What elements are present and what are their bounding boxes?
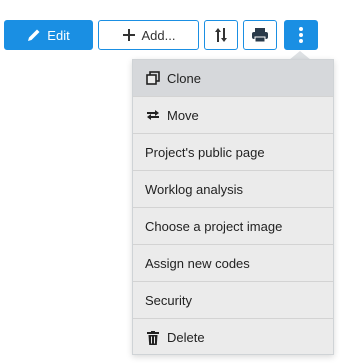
add-label: Add... — [141, 27, 176, 43]
menu-item-label: Project's public page — [145, 144, 265, 160]
menu-item-clone[interactable]: Clone — [133, 60, 333, 97]
menu-item-public-page[interactable]: Project's public page — [133, 134, 333, 171]
print-button[interactable] — [243, 20, 277, 50]
edit-button[interactable]: Edit — [4, 20, 93, 50]
menu-item-project-image[interactable]: Choose a project image — [133, 208, 333, 245]
menu-item-label: Clone — [167, 70, 201, 86]
menu-item-label: Security — [145, 292, 192, 308]
clone-icon — [145, 70, 161, 86]
menu-item-label: Delete — [167, 330, 205, 345]
menu-item-assign-codes[interactable]: Assign new codes — [133, 245, 333, 282]
menu-item-label: Worklog analysis — [145, 181, 244, 197]
actions-dropdown-menu: Clone Move Project's public page Worklog… — [132, 59, 334, 355]
menu-item-worklog-analysis[interactable]: Worklog analysis — [133, 171, 333, 208]
trash-icon — [145, 330, 161, 346]
plus-icon — [122, 28, 136, 42]
sort-arrows-icon — [214, 27, 228, 43]
edit-label: Edit — [47, 27, 70, 43]
sort-button[interactable] — [204, 20, 238, 50]
menu-item-label: Move — [167, 107, 199, 123]
vertical-ellipsis-icon — [299, 27, 303, 43]
menu-item-move[interactable]: Move — [133, 97, 333, 134]
menu-item-delete[interactable]: Delete — [133, 319, 333, 356]
pencil-icon — [27, 28, 41, 42]
printer-icon — [251, 27, 269, 43]
move-arrows-icon — [145, 107, 161, 123]
menu-item-security[interactable]: Security — [133, 282, 333, 319]
add-button[interactable]: Add... — [98, 20, 199, 50]
menu-item-label: Choose a project image — [145, 218, 283, 234]
menu-item-label: Assign new codes — [145, 255, 250, 271]
more-button[interactable] — [284, 20, 318, 50]
